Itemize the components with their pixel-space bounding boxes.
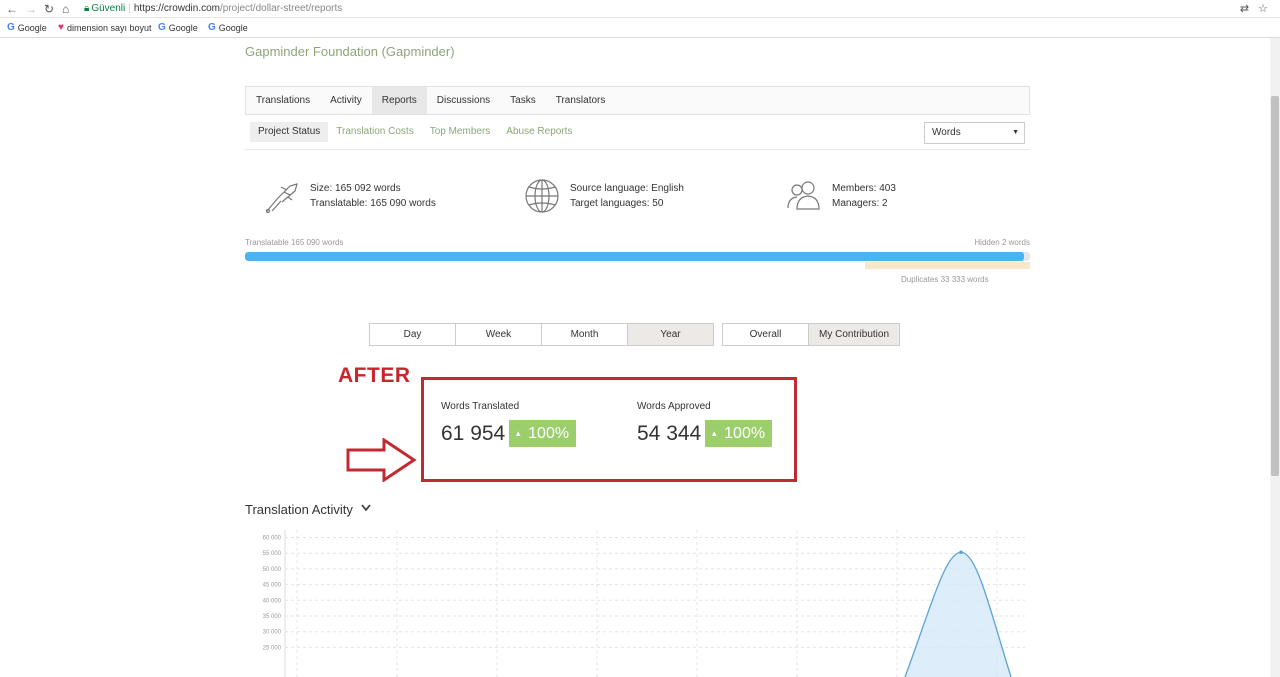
scissors-icon <box>265 183 298 214</box>
secure-label: Güvenli <box>91 3 126 14</box>
back-icon[interactable]: ← <box>6 2 18 16</box>
stat-members: Members: 403 Managers: 2 <box>786 178 896 214</box>
period-week-button[interactable]: Week <box>455 323 542 346</box>
tab-activity[interactable]: Activity <box>320 87 372 114</box>
scope-overall-button[interactable]: Overall <box>722 323 809 346</box>
y-tick-label: 45 000 <box>263 583 282 589</box>
y-tick-label: 40 000 <box>263 598 282 604</box>
stat-size: Size: 165 092 words Translatable: 165 09… <box>264 178 436 214</box>
period-toggle: Day Week Month Year <box>369 323 714 346</box>
metric-label: Words Approved <box>637 401 711 412</box>
translation-activity-chart: 60 000 55 000 50 000 45 000 40 000 35 000 30 0… <box>263 530 1025 677</box>
stat-members-text: Members: 403 <box>832 183 896 194</box>
tab-tasks[interactable]: Tasks <box>500 87 546 114</box>
stat-translatable-text: Translatable: 165 090 words <box>310 198 436 209</box>
series-area <box>905 552 1011 677</box>
change-badge: ▲ 100% <box>509 420 577 447</box>
duplicates-bar <box>865 262 1030 269</box>
page-scrollbar[interactable] <box>1270 38 1280 677</box>
forward-icon[interactable]: → <box>25 2 37 16</box>
period-month-button[interactable]: Month <box>541 323 628 346</box>
duplicates-label: Duplicates 33 333 words <box>901 275 989 284</box>
subtab-abuse-reports[interactable]: Abuse Reports <box>498 122 580 142</box>
tab-discussions[interactable]: Discussions <box>427 87 500 114</box>
metric-value: 61 954 <box>441 421 506 445</box>
peak-point[interactable] <box>959 550 963 555</box>
bookmark-google-3[interactable]: G Google <box>208 22 248 33</box>
tab-translations[interactable]: Translations <box>246 87 320 114</box>
scroll-thumb[interactable] <box>1271 96 1279 476</box>
heart-icon: ♥ <box>58 22 64 33</box>
y-tick-label: 35 000 <box>263 614 282 620</box>
stat-languages: Source language: English Target language… <box>524 178 684 214</box>
progress-translatable-label: Translatable 165 090 words <box>245 238 344 247</box>
report-subtabs: Project Status Translation Costs Top Mem… <box>250 122 580 142</box>
star-icon[interactable]: ☆ <box>1258 3 1268 15</box>
divider <box>245 149 1030 150</box>
url-host: https://crowdin.com <box>133 3 220 14</box>
bookmark-google-1[interactable]: G Google <box>7 22 47 33</box>
chevron-down-icon[interactable] <box>361 504 371 512</box>
home-icon[interactable]: ⌂ <box>62 2 69 16</box>
stat-target-text: Target languages: 50 <box>570 198 664 209</box>
google-icon: G <box>158 22 166 33</box>
project-title[interactable]: Gapminder Foundation (Gapminder) <box>245 44 455 59</box>
progress-bar <box>245 252 1030 261</box>
url-path: /project/dollar-street/reports <box>220 3 343 14</box>
unit-select[interactable]: Words ▼ <box>924 122 1025 144</box>
tab-translators[interactable]: Translators <box>546 87 616 114</box>
stat-managers-text: Managers: 2 <box>832 198 888 209</box>
translation-activity-title[interactable]: Translation Activity <box>245 502 353 517</box>
scope-toggle: Overall My Contribution <box>722 323 900 346</box>
triangle-up-icon: ▲ <box>514 429 523 438</box>
stat-source-text: Source language: English <box>570 183 684 194</box>
bookmarks-bar: G Google ♥ dimension sayı boyut G Google GG… <box>0 18 1280 38</box>
metric-words-translated: Words Translated 61 954 ▲ 100% <box>441 401 577 447</box>
y-tick-label: 60 000 <box>263 536 282 542</box>
after-annotation: AFTER <box>338 364 411 387</box>
progress-hidden-label: Hidden 2 words <box>974 238 1030 247</box>
url-field[interactable]: 🔒︎ Güvenli | https://crowdin.com/project/do… <box>84 2 342 16</box>
google-icon: G <box>208 22 216 33</box>
change-badge: ▲ 100% <box>705 420 773 447</box>
users-icon <box>787 181 820 210</box>
bookmark-dimension[interactable]: ♥ dimension sayı boyut <box>58 22 151 33</box>
reload-icon[interactable]: ↻ <box>44 2 54 16</box>
y-tick-label: 55 000 <box>263 551 282 557</box>
period-day-button[interactable]: Day <box>369 323 456 346</box>
y-tick-label: 30 000 <box>263 630 282 636</box>
stat-size-text: Size: 165 092 words <box>310 183 401 194</box>
unit-select-value: Words <box>932 127 961 138</box>
metric-words-approved: Words Approved 54 344 ▲ 100% <box>637 401 773 447</box>
main-tabs: Translations Activity Reports Discussion… <box>245 86 1030 115</box>
metric-value: 54 344 <box>637 421 702 445</box>
metric-label: Words Translated <box>441 401 520 412</box>
translate-icon[interactable]: ⇄ <box>1240 3 1249 15</box>
google-icon: G <box>7 22 15 33</box>
globe-icon <box>525 179 559 213</box>
scope-my-contribution-button[interactable]: My Contribution <box>808 323 900 346</box>
tab-reports[interactable]: Reports <box>371 87 427 114</box>
lock-icon: 🔒︎ <box>84 3 90 14</box>
browser-address-bar: ← → ↻ ⌂ 🔒︎ Güvenli | https://crowdin.com/pr… <box>0 0 1280 18</box>
bookmark-google-2[interactable]: G Google <box>158 22 198 33</box>
y-tick-label: 50 000 <box>263 567 282 573</box>
arrow-right-icon <box>346 438 417 482</box>
subtab-translation-costs[interactable]: Translation Costs <box>328 122 421 142</box>
caret-down-icon: ▼ <box>1012 129 1019 136</box>
subtab-project-status[interactable]: Project Status <box>250 122 329 142</box>
triangle-up-icon: ▲ <box>710 429 719 438</box>
subtab-top-members[interactable]: Top Members <box>422 122 499 142</box>
period-year-button[interactable]: Year <box>627 323 714 346</box>
progress-fill <box>245 252 1024 261</box>
y-tick-label: 25 000 <box>263 645 282 651</box>
